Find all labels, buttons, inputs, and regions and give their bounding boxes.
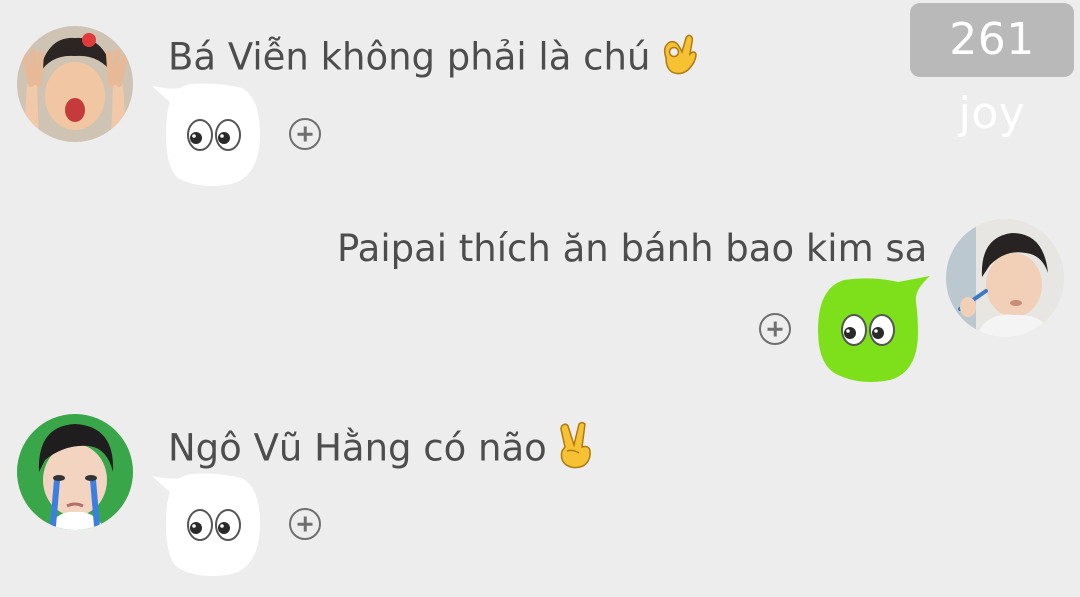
victory-hand-emoji	[555, 421, 595, 479]
avatar-sender-2[interactable]	[946, 219, 1064, 337]
avatar-photo-3	[17, 414, 133, 530]
avatar-sender-1[interactable]	[17, 26, 133, 142]
message-bubble-2[interactable]	[814, 272, 930, 384]
add-reaction-button-2[interactable]	[759, 313, 791, 345]
add-reaction-button-1[interactable]	[289, 118, 321, 150]
avatar-photo-2	[946, 219, 1064, 337]
avatar-sender-3[interactable]	[17, 414, 133, 530]
message-bubble-1[interactable]	[152, 78, 264, 188]
message-bubble-3[interactable]	[152, 468, 264, 578]
watermark-badge: 261 joy	[910, 3, 1074, 139]
ok-hand-emoji	[658, 32, 698, 86]
avatar-photo-1	[17, 26, 133, 142]
message-text-2: Paipai thích ăn bánh bao kim sa	[337, 227, 928, 270]
add-reaction-button-3[interactable]	[289, 508, 321, 540]
message-text-3-content: Ngô Vũ Hằng có não	[168, 426, 547, 470]
message-text-1-content: Bá Viễn không phải là chú	[168, 35, 651, 79]
